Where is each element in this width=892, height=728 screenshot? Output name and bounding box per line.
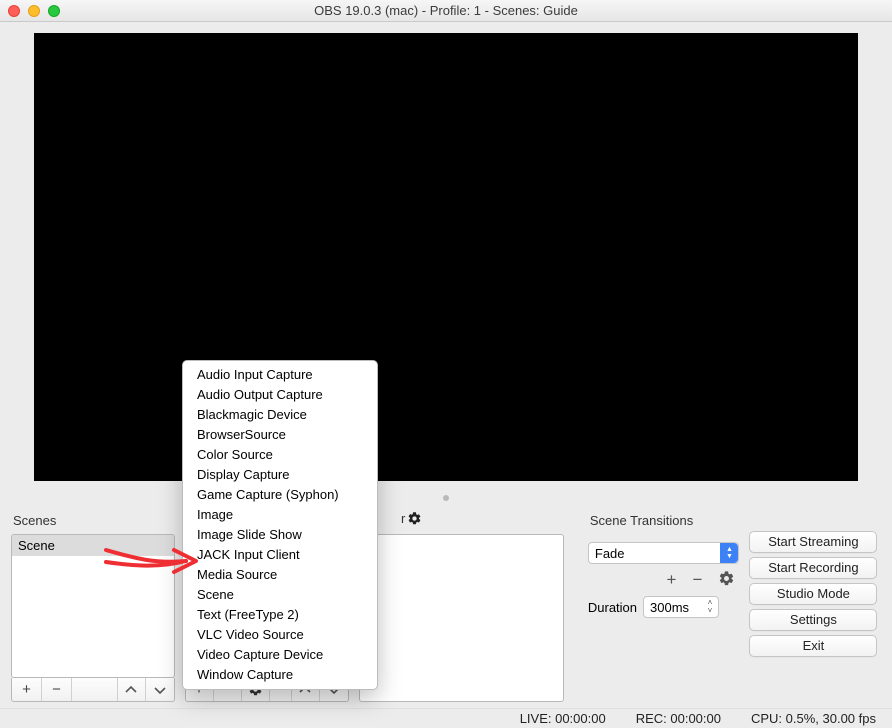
menu-item-blackmagic-device[interactable]: Blackmagic Device	[183, 405, 377, 425]
menu-item-window-capture[interactable]: Window Capture	[183, 665, 377, 685]
menu-item-audio-input-capture[interactable]: Audio Input Capture	[183, 365, 377, 385]
minimize-window-button[interactable]	[28, 5, 40, 17]
remove-scene-button[interactable]: −	[42, 678, 72, 701]
chevron-up-icon	[125, 685, 137, 695]
titlebar: OBS 19.0.3 (mac) - Profile: 1 - Scenes: …	[0, 0, 892, 22]
mixer-panel	[359, 513, 564, 702]
transition-selected-value: Fade	[595, 546, 625, 561]
transition-properties-button[interactable]	[718, 570, 735, 590]
scene-move-down-button[interactable]	[146, 678, 174, 701]
menu-item-media-source[interactable]: Media Source	[183, 565, 377, 585]
chevron-down-icon	[154, 685, 166, 695]
transition-duration-row: Duration ˄˅	[588, 596, 740, 618]
preview-canvas[interactable]	[34, 33, 858, 481]
mixer-label	[359, 513, 564, 528]
duration-label: Duration	[588, 600, 637, 615]
pager-dot	[443, 495, 449, 501]
transitions-label: Scene Transitions	[588, 513, 740, 528]
menu-item-video-capture-device[interactable]: Video Capture Device	[183, 645, 377, 665]
close-window-button[interactable]	[8, 5, 20, 17]
start-streaming-button[interactable]: Start Streaming	[749, 531, 877, 553]
menu-item-game-capture-syphon[interactable]: Game Capture (Syphon)	[183, 485, 377, 505]
status-live: LIVE: 00:00:00	[520, 711, 606, 726]
duration-input-wrapper: ˄˅	[643, 596, 719, 618]
menu-item-browsersource[interactable]: BrowserSource	[183, 425, 377, 445]
settings-button[interactable]: Settings	[749, 609, 877, 631]
remove-transition-button[interactable]: −	[692, 570, 702, 590]
studio-mode-button[interactable]: Studio Mode	[749, 583, 877, 605]
scenes-toolbar: + −	[11, 678, 175, 702]
menu-item-display-capture[interactable]: Display Capture	[183, 465, 377, 485]
add-transition-button[interactable]: +	[667, 570, 677, 590]
plus-icon: +	[22, 681, 31, 698]
duration-input[interactable]	[644, 600, 702, 615]
transition-select[interactable]: Fade ▲▼	[588, 542, 740, 564]
scene-move-up-button[interactable]	[118, 678, 146, 701]
mixer-list[interactable]	[359, 534, 564, 702]
status-cpu: CPU: 0.5%, 30.00 fps	[751, 711, 876, 726]
start-recording-button[interactable]: Start Recording	[749, 557, 877, 579]
transitions-toolbar: + −	[588, 564, 740, 596]
main-content: r Scenes Scene + −	[0, 22, 892, 708]
menu-item-audio-output-capture[interactable]: Audio Output Capture	[183, 385, 377, 405]
menu-item-image-slide-show[interactable]: Image Slide Show	[183, 525, 377, 545]
list-item[interactable]: Scene	[12, 535, 174, 556]
window-controls	[0, 5, 60, 17]
minus-icon: −	[52, 681, 61, 698]
status-rec: REC: 00:00:00	[636, 711, 721, 726]
zoom-window-button[interactable]	[48, 5, 60, 17]
window-title: OBS 19.0.3 (mac) - Profile: 1 - Scenes: …	[0, 3, 892, 18]
preview-area	[5, 27, 887, 487]
scenes-panel: Scenes Scene + −	[11, 513, 175, 702]
stepper-icon[interactable]: ˄˅	[702, 599, 718, 615]
add-scene-button[interactable]: +	[12, 678, 42, 701]
gear-icon	[718, 570, 735, 587]
menu-item-image[interactable]: Image	[183, 505, 377, 525]
dock-panels: Scenes Scene + − S + −	[5, 507, 887, 708]
menu-item-color-source[interactable]: Color Source	[183, 445, 377, 465]
scenes-label: Scenes	[11, 513, 175, 528]
scenes-list[interactable]: Scene	[11, 534, 175, 678]
exit-button[interactable]: Exit	[749, 635, 877, 657]
transitions-panel: Scene Transitions Fade ▲▼ + − Duration	[588, 513, 740, 702]
menu-item-jack-input-client[interactable]: JACK Input Client	[183, 545, 377, 565]
add-source-menu: Audio Input Capture Audio Output Capture…	[182, 360, 378, 690]
menu-item-text-freetype2[interactable]: Text (FreeType 2)	[183, 605, 377, 625]
select-stepper-icon: ▲▼	[720, 543, 738, 563]
menu-item-vlc-video-source[interactable]: VLC Video Source	[183, 625, 377, 645]
controls-panel: Start Streaming Start Recording Studio M…	[749, 513, 881, 702]
toolbar-spacer	[72, 678, 118, 701]
status-bar: LIVE: 00:00:00 REC: 00:00:00 CPU: 0.5%, …	[0, 708, 892, 728]
menu-item-scene[interactable]: Scene	[183, 585, 377, 605]
